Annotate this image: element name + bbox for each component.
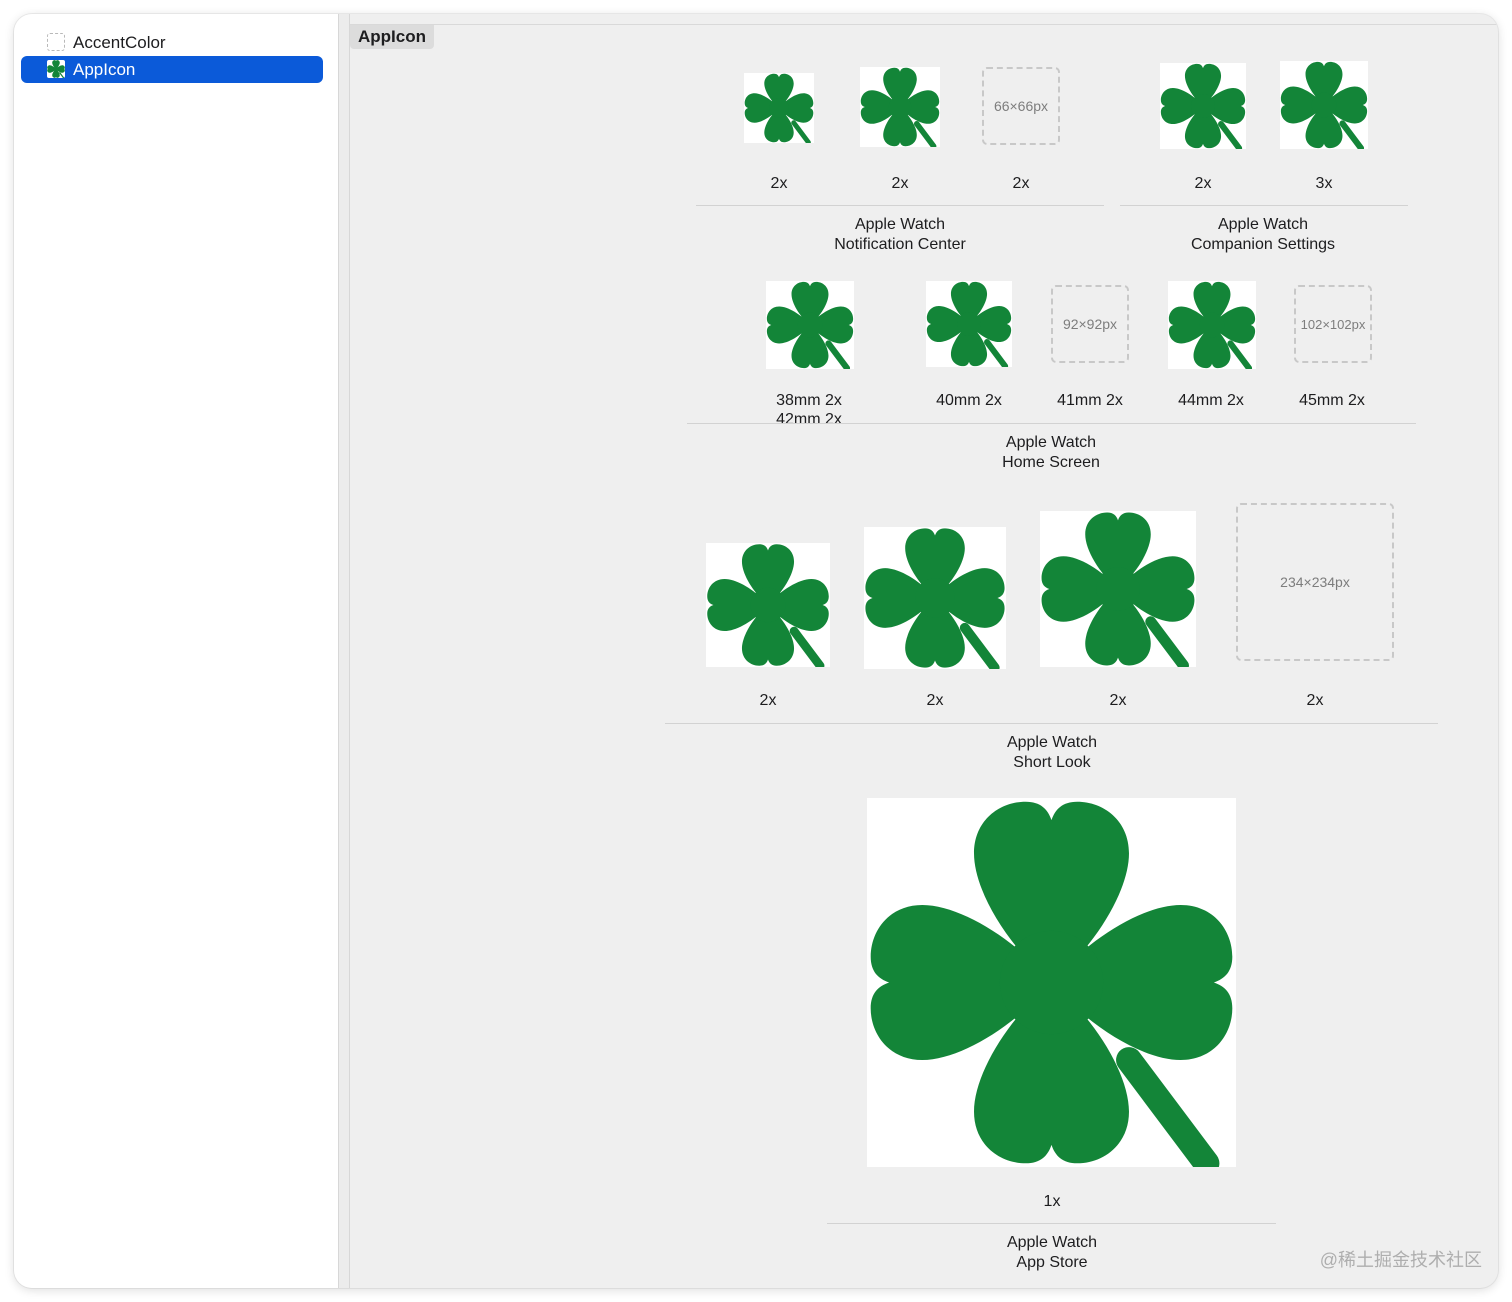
slot-label: 2x [926,692,944,709]
group-title-short-look: Apple Watch Short Look [1007,733,1097,773]
group-title-line: Notification Center [834,236,966,253]
group-separator [665,723,1438,724]
group-separator [687,423,1416,424]
slot-label-line: 38mm 2x [776,392,842,409]
slot-label: 41mm 2x [1057,392,1123,409]
group-title-line: Apple Watch [1006,734,1098,751]
slot-label: 2x [1012,175,1030,192]
group-title-line: Apple Watch [1006,1234,1098,1251]
group-title-line: Apple Watch [1005,434,1097,451]
sidebar-item-label: AccentColor [73,32,166,52]
icon-slot-home-44mm[interactable] [1168,281,1256,369]
icon-slot-short-look[interactable] [1040,511,1196,667]
icon-slot-short-look[interactable] [706,543,830,667]
color-swatch-icon [47,33,65,51]
group-title-line: Apple Watch [1217,216,1309,233]
icon-slot-home-40mm[interactable] [926,281,1012,367]
group-title-line: Apple Watch [854,216,946,233]
group-separator [1120,205,1408,206]
editor-tab-title: AppIcon [350,25,434,49]
asset-catalog-window: AccentColor AppIcon AppIcon 2x 2x 66×66p… [14,14,1498,1288]
icon-set-editor: AppIcon 2x 2x 66×66px 2x Apple Watch Not… [350,24,1498,1288]
slot-label: 1x [1043,1193,1061,1210]
icon-slot-home-38mm-42mm[interactable] [766,281,854,369]
watermark: @稀土掘金技术社区 [1319,1250,1482,1270]
group-title-line: App Store [1016,1254,1088,1271]
empty-icon-slot[interactable]: 234×234px [1236,503,1394,661]
group-title-line: Companion Settings [1190,236,1336,253]
group-title-notification-center: Apple Watch Notification Center [834,215,966,255]
icon-slot-app-store-1x[interactable] [867,798,1236,1167]
sidebar-item-appicon[interactable]: AppIcon [21,56,323,83]
slot-label: 2x [1109,692,1127,709]
empty-icon-slot[interactable]: 66×66px [982,67,1060,145]
asset-list-sidebar: AccentColor AppIcon [14,14,338,1288]
slot-label: 2x [1194,175,1212,192]
icon-slot-companion-2x[interactable] [1160,63,1246,149]
slot-label: 3x [1315,175,1333,192]
clover-icon [46,59,66,79]
group-separator [696,205,1104,206]
slot-label: 2x [891,175,909,192]
icon-slot-notification-2x[interactable] [744,73,814,143]
group-title-line: Home Screen [1002,454,1100,471]
group-title-line: Short Look [1013,754,1091,771]
slot-label: 45mm 2x [1299,392,1365,409]
icon-slot-short-look[interactable] [864,527,1006,669]
sidebar-item-label: AppIcon [73,59,136,79]
group-title-app-store: Apple Watch App Store [1007,1233,1097,1273]
empty-icon-slot[interactable]: 102×102px [1294,285,1372,363]
split-view-divider[interactable] [338,14,350,1288]
icon-slot-companion-3x[interactable] [1280,61,1368,149]
empty-icon-slot[interactable]: 92×92px [1051,285,1129,363]
group-separator [827,1223,1276,1224]
slot-label: 2x [759,692,777,709]
icon-slot-notification-2x[interactable] [860,67,940,147]
sidebar-item-accentcolor[interactable]: AccentColor [21,29,323,56]
slot-label: 2x [770,175,788,192]
group-title-home-screen: Apple Watch Home Screen [1002,433,1100,473]
group-title-companion-settings: Apple Watch Companion Settings [1191,215,1335,255]
slot-label: 40mm 2x [936,392,1002,409]
slot-label: 44mm 2x [1178,392,1244,409]
slot-label: 2x [1306,692,1324,709]
slot-label-line: 42mm 2x [776,411,842,428]
